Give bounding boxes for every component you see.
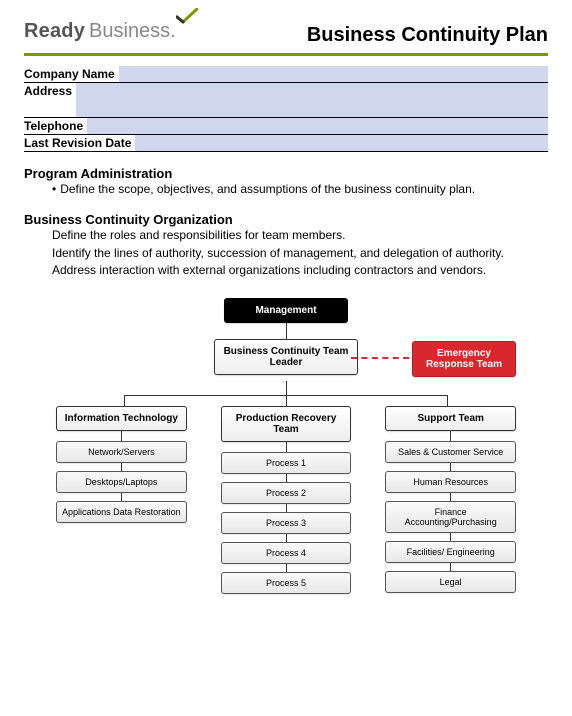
org-line-2: Identify the lines of authority, success… <box>52 245 548 262</box>
last-revision-row: Last Revision Date <box>24 135 548 152</box>
connector <box>286 323 287 339</box>
org-line-3: Address interaction with external organi… <box>52 262 548 279</box>
prod-sub-list: Process 1 Process 2 Process 3 Process 4 Proc… <box>221 452 352 594</box>
sub-node: Process 1 <box>221 452 352 474</box>
logo: Ready Business. <box>24 20 202 47</box>
telephone-row: Telephone <box>24 118 548 135</box>
sub-node: Sales & Customer Service <box>385 441 516 463</box>
address-label: Address <box>24 83 76 117</box>
org-heading: Business Continuity Organization <box>24 212 548 227</box>
program-admin-bullet: Define the scope, objectives, and assump… <box>52 181 548 198</box>
node-prod-head: Production Recovery Team <box>221 406 352 442</box>
company-name-input[interactable] <box>119 66 548 82</box>
sub-node: Process 5 <box>221 572 352 594</box>
sub-node: Process 2 <box>221 482 352 504</box>
last-revision-label: Last Revision Date <box>24 135 135 151</box>
col-support-team: Support Team Sales & Customer Service Hum… <box>385 406 516 594</box>
it-sub-list: Network/Servers Desktops/Laptops Applicati… <box>56 441 187 523</box>
program-admin-heading: Program Administration <box>24 166 548 181</box>
sub-node: Network/Servers <box>56 441 187 463</box>
sub-node: Human Resources <box>385 471 516 493</box>
divider <box>24 53 548 56</box>
logo-ready-text: Ready <box>24 20 85 43</box>
node-emergency-response: Emergency Response Team <box>412 341 516 377</box>
sub-node: Desktops/Laptops <box>56 471 187 493</box>
sub-node: Legal <box>385 571 516 593</box>
node-management: Management <box>224 298 348 323</box>
address-row: Address <box>24 83 548 118</box>
node-team-leader: Business Continuity Team Leader <box>214 339 358 375</box>
page-title: Business Continuity Plan <box>307 24 548 47</box>
org-chart: Management Business Continuity Team Lead… <box>36 298 536 594</box>
telephone-input[interactable] <box>87 118 548 134</box>
company-name-label: Company Name <box>24 66 119 82</box>
node-support-head: Support Team <box>385 406 516 431</box>
header: Ready Business. Business Continuity Plan <box>24 20 548 53</box>
support-sub-list: Sales & Customer Service Human Resources F… <box>385 441 516 593</box>
last-revision-input[interactable] <box>135 135 548 151</box>
connector <box>124 396 448 406</box>
telephone-label: Telephone <box>24 118 87 134</box>
checkmark-icon <box>176 8 198 29</box>
sub-node: Finance Accounting/Purchasing <box>385 501 516 533</box>
col-information-technology: Information Technology Network/Servers De… <box>56 406 187 594</box>
company-name-row: Company Name <box>24 66 548 83</box>
logo-business-text: Business. <box>89 20 176 43</box>
node-it-head: Information Technology <box>56 406 187 431</box>
org-line-1: Define the roles and responsibilities fo… <box>52 227 548 244</box>
sub-node: Applications Data Restoration <box>56 501 187 523</box>
sub-node: Process 3 <box>221 512 352 534</box>
address-input[interactable] <box>76 83 548 117</box>
connector <box>286 381 287 395</box>
col-production-recovery: Production Recovery Team Process 1Proces… <box>221 406 352 594</box>
sub-node: Facilities/ Engineering <box>385 541 516 563</box>
sub-node: Process 4 <box>221 542 352 564</box>
